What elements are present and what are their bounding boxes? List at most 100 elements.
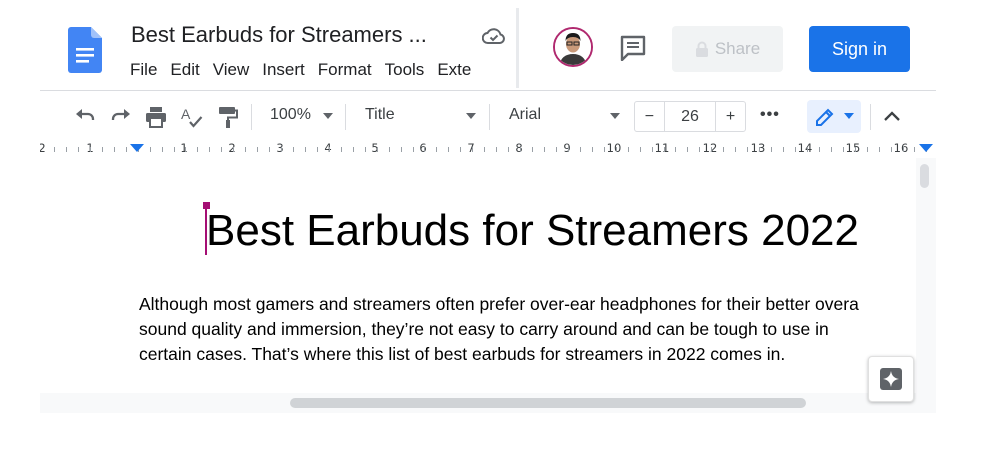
ruler-label: 11 (654, 141, 670, 155)
ruler-tick (759, 147, 761, 152)
ruler[interactable]: 2 1 1 2 3 4 5 6 7 8 9 10 11 12 13 14 15 … (40, 140, 936, 159)
ruler-tick (185, 147, 187, 152)
font-size-increase-button[interactable]: + (716, 102, 745, 131)
docs-logo-icon[interactable] (68, 27, 102, 73)
ruler-tick (424, 147, 426, 152)
ruler-tick (209, 147, 211, 152)
paint-format-icon[interactable] (216, 105, 240, 129)
print-icon[interactable] (144, 105, 168, 129)
menu-extensions[interactable]: Exte (432, 60, 479, 80)
ruler-label: 14 (797, 141, 813, 155)
ruler-tick (412, 147, 414, 152)
ruler-tick (340, 147, 342, 152)
ruler-tick (352, 147, 354, 152)
toolbar-divider (489, 104, 490, 130)
menu-file[interactable]: File (130, 60, 165, 80)
ruler-label: 2 (228, 141, 236, 155)
ruler-label: 16 (893, 141, 909, 155)
ruler-tick (567, 147, 569, 152)
ruler-tick (89, 147, 91, 152)
toolbar-divider (251, 104, 252, 130)
user-photo-icon (555, 29, 591, 65)
ruler-tick (173, 147, 175, 152)
left-indent-marker[interactable] (130, 144, 144, 152)
toolbar: A 100% Title Arial − 26 + ••• (40, 90, 936, 141)
ruler-label: 7 (467, 141, 475, 155)
toolbar-divider (870, 104, 871, 130)
ruler-tick (735, 147, 737, 152)
font-size-decrease-button[interactable]: − (635, 102, 664, 131)
ruler-tick (364, 147, 366, 152)
header-divider (516, 8, 519, 88)
avatar[interactable] (553, 27, 593, 67)
more-options-button[interactable]: ••• (760, 106, 780, 124)
ruler-tick (472, 147, 474, 152)
ruler-tick (591, 147, 593, 152)
ruler-tick (508, 147, 510, 152)
zoom-caret-icon[interactable] (323, 113, 333, 119)
vertical-scroll-thumb[interactable] (920, 164, 929, 188)
comment-icon[interactable] (620, 35, 646, 61)
explore-button[interactable] (868, 356, 914, 402)
ruler-tick (579, 147, 581, 152)
ruler-tick (460, 147, 462, 152)
spellcheck-icon[interactable]: A (180, 105, 204, 129)
ruler-tick (125, 147, 127, 152)
vertical-scrollbar[interactable] (916, 158, 936, 413)
horizontal-scroll-thumb[interactable] (290, 398, 806, 408)
ruler-label: 8 (515, 141, 523, 155)
share-button[interactable]: Share (672, 26, 783, 72)
document-heading[interactable]: Best Earbuds for Streamers 2022 (206, 206, 859, 256)
ruler-tick (794, 147, 796, 152)
ruler-tick (101, 147, 103, 152)
undo-icon[interactable] (73, 105, 97, 129)
ruler-tick (543, 147, 545, 152)
svg-text:A: A (181, 106, 191, 122)
redo-icon[interactable] (109, 105, 133, 129)
right-indent-marker[interactable] (919, 144, 933, 152)
font-caret-icon[interactable] (610, 113, 620, 119)
ruler-tick (806, 147, 808, 152)
ruler-tick (400, 147, 402, 152)
menu-view[interactable]: View (208, 60, 258, 80)
editing-mode-button[interactable] (807, 100, 861, 133)
ruler-tick (245, 147, 247, 152)
ruler-tick (328, 147, 330, 152)
ruler-tick (675, 147, 677, 152)
ruler-label: 12 (702, 141, 718, 155)
ruler-tick (771, 147, 772, 152)
style-caret-icon[interactable] (466, 113, 476, 119)
ruler-tick (269, 147, 271, 152)
menu-insert[interactable]: Insert (257, 60, 313, 80)
ruler-tick (639, 147, 641, 152)
ruler-label: 1 (180, 141, 188, 155)
toolbar-divider (345, 104, 346, 130)
font-size-stepper: − 26 + (634, 101, 746, 132)
zoom-select[interactable]: 100% (270, 106, 311, 124)
ruler-tick (113, 147, 115, 152)
ruler-tick (149, 147, 151, 152)
ruler-tick (878, 147, 880, 152)
menu-tools[interactable]: Tools (380, 60, 433, 80)
ruler-label: 2 (40, 141, 46, 155)
editing-mode-caret-icon (844, 113, 854, 119)
document-title[interactable]: Best Earbuds for Streamers ... (131, 22, 427, 48)
ruler-tick (161, 147, 163, 152)
ruler-label: 10 (606, 141, 622, 155)
cloud-saved-icon[interactable] (482, 27, 506, 45)
ruler-tick (866, 147, 868, 152)
document-paragraph[interactable]: Although most gamers and streamers often… (139, 292, 929, 367)
font-select[interactable]: Arial (509, 106, 541, 124)
sign-in-button[interactable]: Sign in (809, 26, 910, 72)
style-select[interactable]: Title (365, 106, 395, 124)
menu-format[interactable]: Format (313, 60, 380, 80)
collapse-chevron-icon[interactable] (880, 105, 904, 129)
font-size-input[interactable]: 26 (663, 102, 717, 131)
ruler-tick (603, 147, 605, 152)
ruler-tick (77, 147, 79, 152)
ruler-label: 13 (750, 141, 766, 155)
ruler-tick (233, 147, 235, 152)
menu-edit[interactable]: Edit (165, 60, 207, 80)
document-canvas[interactable] (40, 158, 916, 413)
edit-pencil-icon (816, 108, 834, 126)
